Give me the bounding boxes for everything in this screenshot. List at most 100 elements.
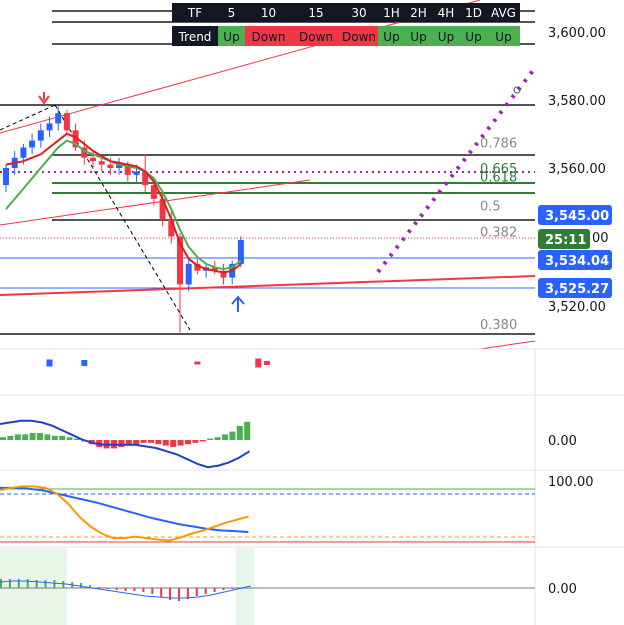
osc-bar (124, 588, 127, 591)
volume-marker (81, 360, 88, 366)
trend-cell-text: Up (495, 30, 511, 44)
candle-body (185, 263, 192, 285)
trend-cell-text: Down (251, 30, 285, 44)
macd-bar (185, 440, 191, 445)
macd-bar (222, 434, 228, 440)
trend-cell-text: Up (383, 30, 399, 44)
volume-marker (194, 361, 201, 365)
macd-bar (140, 440, 147, 443)
osc-bar (0, 579, 2, 588)
chart-canvas[interactable]: 0.7860.6650.6180.50.3820.380 TF 5 10 15 30 1H… (0, 0, 624, 625)
bottom-trendline (479, 340, 536, 350)
macd-bar (162, 440, 169, 446)
trend-cell-text: Up (410, 30, 426, 44)
volume-marker (46, 359, 53, 367)
price-tag-3545-text: 3,545.00 (545, 209, 609, 224)
price-tick-partial: 00 (592, 231, 609, 246)
volume-marker (264, 361, 270, 365)
price-tick: 3,560.00 (548, 162, 606, 177)
price-tick: 3,580.00 (548, 94, 606, 109)
price-tag-3534-text: 3,534.04 (545, 254, 609, 269)
osc-bar (97, 587, 100, 588)
macd-bar (192, 440, 199, 443)
macd-bar (37, 433, 43, 440)
candle-body (237, 239, 244, 264)
trend-header-text: 1H (383, 6, 400, 20)
macd-bar (22, 434, 29, 440)
trend-cell-text: Up (438, 30, 454, 44)
osc-bar (80, 583, 83, 588)
trend-header-text: TF (187, 6, 202, 20)
rsi-100-label: 100.00 (548, 475, 594, 490)
candle-body (90, 157, 96, 162)
fib-labels-group: 0.7860.6650.6180.50.3820.380 (480, 136, 517, 333)
macd-bar (214, 437, 221, 440)
fib-label: 0.618 (480, 171, 517, 186)
trend-header-text: 4H (438, 6, 455, 20)
macd-bar (0, 437, 6, 440)
up-arrow-icon (231, 295, 245, 312)
trend-header-text: 10 (261, 6, 276, 20)
macd-bar (199, 440, 206, 442)
osc-bar (178, 588, 180, 601)
candle-body (20, 147, 27, 158)
oscillator-pane: 0.00 (0, 548, 577, 625)
price-tick: 3,520.00 (548, 300, 606, 315)
osc-bar (213, 588, 216, 592)
macd-bar (155, 440, 162, 445)
macd-bar (148, 440, 154, 443)
candle-body (37, 130, 44, 141)
osc-bar (151, 588, 154, 594)
trend-header-text: AVG (491, 6, 516, 20)
macd-bar (44, 434, 51, 440)
fib-label: 0.5 (480, 200, 501, 215)
candle-body (29, 140, 36, 148)
candle-body (107, 164, 114, 168)
osc-zero-label: 0.00 (548, 582, 577, 597)
trend-header-text: 5 (228, 6, 236, 20)
macd-bar (51, 435, 58, 440)
macd-bar (177, 440, 184, 446)
candle-body (63, 113, 70, 131)
osc-bar (231, 588, 234, 589)
fib-label: 0.380 (480, 318, 517, 333)
osc-bar (222, 588, 225, 590)
trend-cell-text: Up (223, 30, 239, 44)
trend-header-text: 1D (465, 6, 482, 20)
price-axis: 3,600.00 3,580.00 3,560.00 3,520.00 00 3… (538, 26, 612, 315)
osc-bar (26, 579, 29, 588)
macd-bar (14, 434, 21, 440)
osc-bar (142, 588, 145, 592)
candle-body (3, 168, 9, 186)
macd-zero-label: 0.00 (548, 434, 577, 449)
macd-line (0, 419, 251, 469)
down-arrow-icon (38, 92, 50, 105)
trend-cell-text: Up (465, 30, 481, 44)
macd-bar (236, 426, 243, 440)
osc-bar (62, 581, 65, 588)
macd-bar (170, 440, 177, 447)
osc-bar (35, 580, 38, 588)
candle-body (55, 113, 62, 124)
trend-header-text: 2H (410, 6, 427, 20)
trend-header-text: 15 (308, 6, 323, 20)
trend-header-text: 30 (351, 6, 366, 20)
macd-pane (0, 419, 251, 469)
osc-bar (133, 588, 136, 591)
osc-bar (8, 579, 11, 588)
trend-cell-text: Down (342, 30, 376, 44)
osc-highlight-right (236, 548, 254, 625)
macd-bar (66, 437, 73, 440)
macd-bar (7, 435, 14, 440)
main-pane (0, 0, 537, 350)
osc-bar (160, 588, 163, 597)
lower-trendline (0, 275, 536, 296)
macd-bar (207, 438, 214, 440)
macd-bar (59, 435, 66, 440)
ema-green-line (5, 139, 242, 271)
macd-bar (229, 431, 236, 440)
osc-bar (204, 588, 207, 594)
candle-body (98, 161, 105, 165)
osc-bar (17, 579, 20, 588)
osc-bar (106, 588, 109, 589)
